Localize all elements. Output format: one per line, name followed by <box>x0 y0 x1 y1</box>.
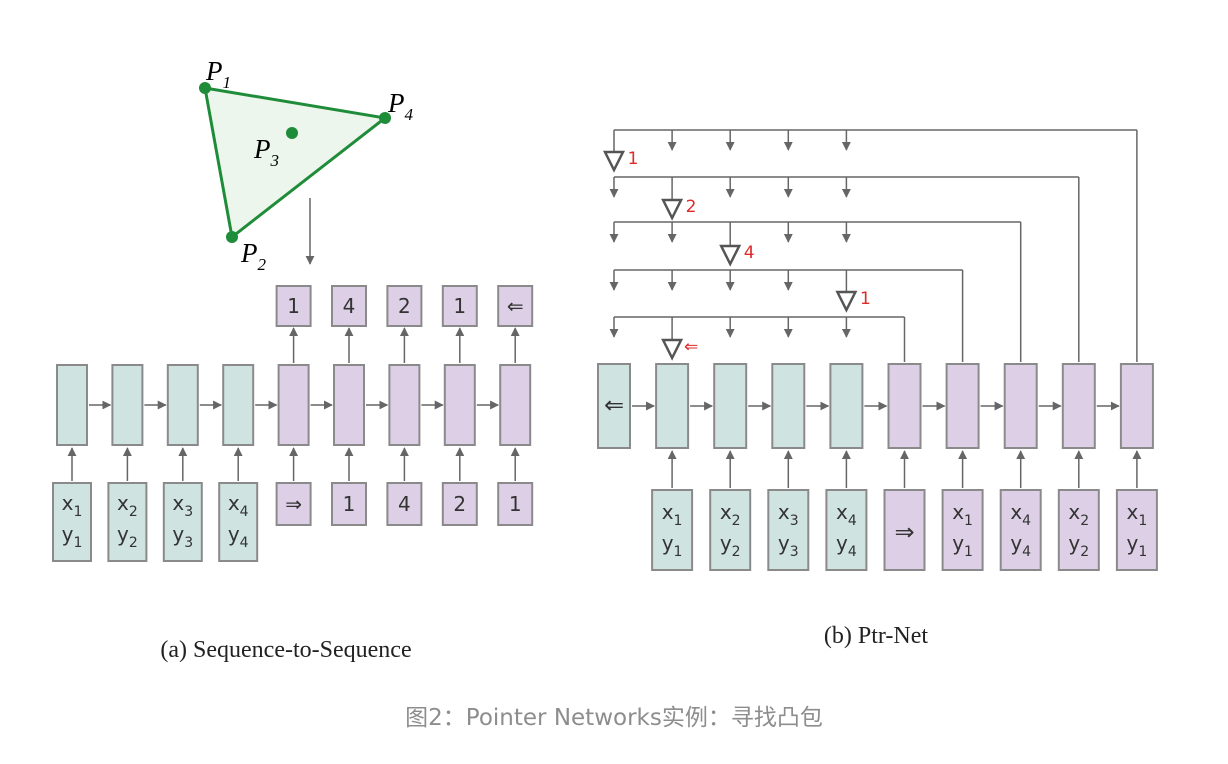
pointer-arrow <box>719 244 742 267</box>
decoder-input-label: 2 <box>453 492 466 516</box>
decoder-cell <box>1003 363 1038 449</box>
encoder-cell <box>771 363 806 449</box>
pointer-arrow <box>661 338 684 361</box>
pointer-label: 1 <box>860 289 871 309</box>
decoder-input-label: ⇒ <box>285 492 302 516</box>
convex-hull-figure: P1 P2 P3 P4 <box>199 56 414 274</box>
pointer-arrow <box>602 150 626 173</box>
pointer-label: 1 <box>628 149 639 169</box>
decoder-cell <box>333 364 365 446</box>
encoder-cell <box>56 364 88 446</box>
pointer-label: 2 <box>686 197 697 217</box>
decoder-cell <box>1119 363 1154 449</box>
pointer-arrow <box>661 198 684 221</box>
decoder-output-label: 1 <box>287 294 300 318</box>
decoder-input-label: 1 <box>509 492 522 516</box>
hull-point-p3 <box>286 127 298 139</box>
end-token-label: ⇐ <box>604 391 624 419</box>
decoder-input-label: 1 <box>343 492 356 516</box>
hull-point-p2 <box>226 231 238 243</box>
label-p2: P2 <box>240 238 267 274</box>
decoder-cell <box>887 363 922 449</box>
decoder-cell <box>443 364 476 446</box>
start-token-label: ⇒ <box>894 518 914 546</box>
decoder-cell <box>388 364 421 446</box>
decoder-cell <box>499 364 532 446</box>
caption-ptrnet: (b) Ptr-Net <box>824 623 928 649</box>
pointer-label: ⇐ <box>684 337 698 357</box>
pointer-arrow <box>835 290 858 313</box>
seq2seq-diagram: x1y1x2y2x3y3x4y4⇒ 1 4 2 11 4 2 1 ⇐ <box>52 285 534 562</box>
decoder-output-label: 2 <box>398 294 411 318</box>
encoder-cell <box>829 363 864 449</box>
encoder-cell <box>222 364 255 446</box>
decoder-output-label: 4 <box>343 294 356 318</box>
diagram-canvas: P1 P2 P3 P4 x1y1x2y2x3y3x4y4⇒ 1 4 2 11 4 2 1 ⇐ ⇐… <box>52 56 1158 663</box>
encoder-cell <box>655 363 690 449</box>
pointer-label: 4 <box>744 243 755 263</box>
encoder-cell <box>166 364 199 446</box>
figure-caption: 图2：Pointer Networks实例：寻找凸包 <box>405 705 823 731</box>
hull-triangle <box>203 86 389 240</box>
decoder-input-label: 4 <box>398 492 411 516</box>
decoder-cell <box>945 363 980 449</box>
decoder-output-label: ⇐ <box>507 294 524 318</box>
decoder-cell <box>277 364 310 446</box>
caption-seq2seq: (a) Sequence-to-Sequence <box>160 637 411 663</box>
decoder-cell <box>1061 363 1096 449</box>
label-p4: P4 <box>387 88 414 124</box>
encoder-cell <box>713 363 748 449</box>
decoder-output-label: 1 <box>453 294 466 318</box>
encoder-cell <box>111 364 144 446</box>
ptrnet-diagram: ⇐x1y1x2y2x3y3x4y4⇒x1y1x4y4x2y2x1y11241⇐ <box>597 129 1158 571</box>
